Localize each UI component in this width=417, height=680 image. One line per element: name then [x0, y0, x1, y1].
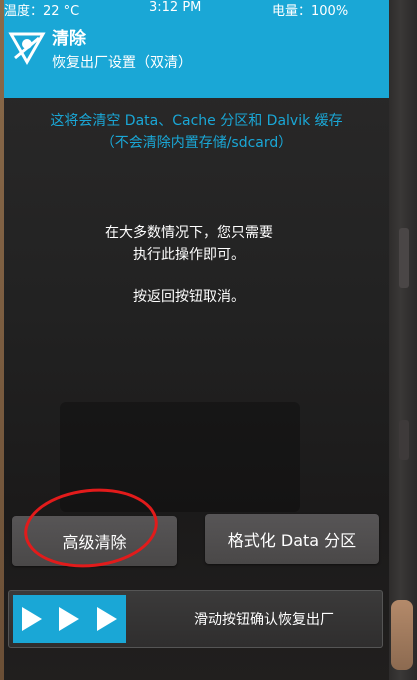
arrow-right-icon — [21, 607, 42, 631]
format-data-label: 格式化 Data 分区 — [227, 531, 357, 550]
arrow-right-icon — [59, 607, 80, 631]
device-volume-button — [399, 228, 409, 288]
notice-line-1: 这将会清空 Data、Cache 分区和 Dalvik 缓存 — [50, 113, 343, 129]
page-title: 清除 — [52, 29, 86, 49]
arrow-right-icon — [97, 607, 118, 631]
twrp-logo-icon — [8, 32, 46, 66]
battery-label: 电量：100% — [272, 4, 349, 19]
device-bezel-right — [389, 0, 417, 680]
temperature-label: 温度：22 °C — [4, 4, 80, 19]
header: 清除 恢复出厂设置（双清） — [4, 18, 389, 98]
swipe-handle[interactable] — [13, 595, 126, 643]
swipe-to-confirm-slider[interactable]: 滑动按钮确认恢复出厂 — [8, 590, 383, 648]
device-power-button — [391, 600, 413, 670]
device-edge-left — [0, 0, 4, 680]
status-bar: 温度：22 °C 3:12 PM 电量：100% — [4, 0, 389, 19]
instruction-line-3: 按返回按钮取消。 — [133, 289, 245, 305]
swipe-label: 滑动按钮确认恢复出厂 — [194, 612, 334, 628]
device-side-button — [399, 420, 409, 460]
instruction-line-2: 执行此操作即可。 — [133, 247, 245, 263]
page-subtitle: 恢复出厂设置（双清） — [52, 55, 192, 71]
wipe-notice: 这将会清空 Data、Cache 分区和 Dalvik 缓存 （不会清除内置存储… — [4, 110, 389, 154]
format-data-button[interactable]: 格式化 Data 分区 — [205, 514, 379, 564]
notice-line-2: （不会清除内置存储/sdcard） — [100, 135, 293, 151]
instructions: 在大多数情况下，您只需要 执行此操作即可。 按返回按钮取消。 — [4, 222, 374, 308]
clock: 3:12 PM — [149, 0, 202, 15]
instruction-line-1: 在大多数情况下，您只需要 — [105, 225, 273, 241]
